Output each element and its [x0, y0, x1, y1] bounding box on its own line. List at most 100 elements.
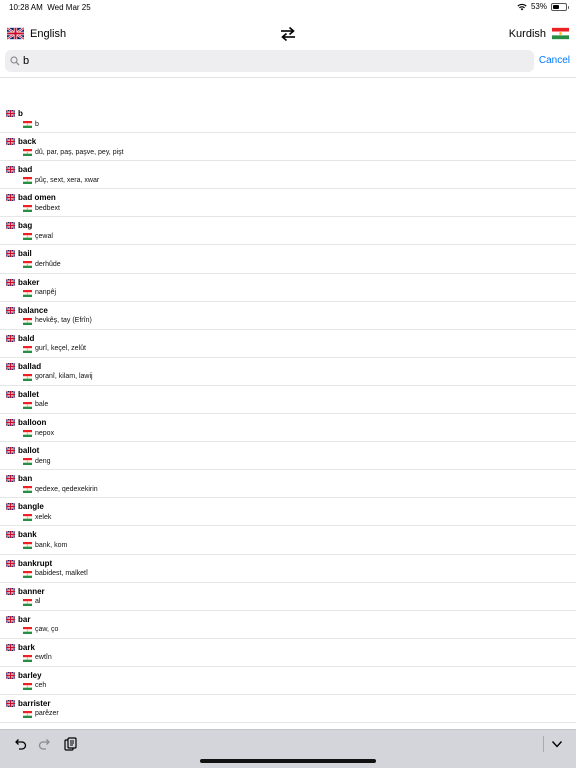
undo-icon[interactable]	[13, 737, 27, 751]
result-row[interactable]: baker nanpêj	[0, 274, 576, 302]
result-row[interactable]: ballad goranî, kilam, lawij	[0, 358, 576, 386]
status-time: 10:28 AM Wed Mar 25	[9, 3, 91, 12]
paste-icon[interactable]	[63, 737, 77, 751]
kurdistan-flag-icon	[23, 598, 32, 606]
uk-flag-icon	[6, 587, 15, 595]
uk-flag-icon	[6, 110, 15, 117]
kurdistan-flag-icon	[23, 261, 32, 269]
result-word: ballot	[18, 446, 40, 456]
uk-flag-icon	[6, 362, 15, 370]
result-word: bail	[18, 249, 32, 259]
battery-icon	[551, 2, 569, 11]
source-language-label: English	[30, 27, 67, 40]
result-translation: nepox	[35, 429, 55, 437]
battery-percent: 53%	[530, 2, 547, 11]
result-translation: xelek	[35, 513, 52, 521]
kurdistan-flag-icon	[23, 401, 32, 409]
result-translation: goranî, kilam, lawij	[35, 373, 93, 381]
battery-fill	[553, 4, 560, 9]
result-row[interactable]: bb	[0, 105, 576, 134]
result-row[interactable]: ballet bale	[0, 386, 576, 415]
result-row[interactable]: barrister parêzer	[0, 695, 576, 724]
result-row[interactable]: balance hevkêş, tay (Efrîn)	[0, 302, 576, 330]
result-translation: qedexe, qedexekirin	[35, 485, 98, 493]
result-row[interactable]: bail derhûde	[0, 245, 576, 274]
result-translation: deng	[35, 457, 51, 465]
swap-arrows-icon[interactable]	[279, 26, 297, 42]
kurdistan-flag-icon	[552, 27, 569, 40]
uk-flag-icon	[6, 615, 15, 623]
result-row[interactable]: bank bank, kom	[0, 526, 576, 555]
search-field[interactable]	[5, 50, 534, 72]
result-row[interactable]: bag çewal	[0, 217, 576, 246]
cancel-button[interactable]: Cancel	[539, 55, 570, 66]
result-word: banner	[18, 586, 45, 596]
source-language-button[interactable]: English	[7, 27, 66, 40]
result-row[interactable]: bangle xelek	[0, 498, 576, 527]
kurdistan-flag-icon	[23, 121, 32, 128]
result-translation: bale	[35, 401, 49, 409]
results-list: b b back dû, par, paş, paşve, pey, pişt bad p…	[0, 105, 576, 728]
uk-flag-icon	[6, 250, 15, 258]
redo-icon[interactable]	[38, 737, 52, 751]
kurdistan-flag-icon	[23, 514, 32, 522]
result-word: back	[18, 137, 37, 147]
home-indicator	[200, 759, 376, 763]
status-date-text: Wed Mar 25	[47, 3, 91, 12]
result-row[interactable]: barley ceh	[0, 667, 576, 695]
kurdistan-flag-icon	[23, 430, 32, 438]
uk-flag-icon	[6, 166, 15, 174]
uk-flag-icon	[6, 194, 15, 202]
target-language-button[interactable]: Kurdish	[509, 27, 569, 40]
uk-flag-icon	[6, 334, 15, 342]
kurdistan-flag-icon	[23, 177, 32, 185]
target-language-label: Kurdish	[508, 27, 546, 40]
chevron-down-icon[interactable]	[550, 737, 564, 751]
kurdistan-flag-icon	[23, 654, 32, 662]
kurdistan-flag-icon	[23, 345, 32, 353]
result-translation: gurî, keçel, zelût	[35, 345, 86, 353]
result-translation: pûç, sext, xera, xwar	[35, 176, 100, 184]
result-translation: derhûde	[35, 260, 61, 268]
search-input[interactable]	[23, 55, 503, 67]
result-word: barley	[18, 670, 42, 680]
uk-flag-icon	[6, 699, 15, 707]
result-translation: parêzer	[35, 710, 59, 718]
result-row[interactable]: ban qedexe, qedexekirin	[0, 470, 576, 499]
result-row[interactable]: balloon nepox	[0, 414, 576, 443]
result-translation: nanpêj	[35, 289, 57, 297]
kurdistan-flag-icon	[23, 233, 32, 241]
status-time-text: 10:28 AM	[9, 3, 43, 12]
search-row: Cancel	[0, 50, 576, 74]
result-row[interactable]: back dû, par, paş, paşve, pey, pişt	[0, 133, 576, 162]
kurdistan-flag-icon	[23, 458, 32, 466]
result-row[interactable]: ballot deng	[0, 442, 576, 471]
result-row[interactable]: bankrupt babidest, malketî	[0, 555, 576, 583]
uk-flag-icon	[6, 447, 15, 455]
result-word: bald	[18, 333, 35, 343]
status-right: 53%	[517, 2, 569, 11]
result-word: ballet	[18, 389, 39, 399]
result-row[interactable]: banner al	[0, 583, 576, 611]
result-row[interactable]: bald gurî, keçel, zelût	[0, 330, 576, 358]
uk-flag-icon	[6, 503, 15, 511]
language-header: English Kurdish	[0, 22, 576, 48]
result-word: bad	[18, 165, 33, 175]
kurdistan-flag-icon	[23, 486, 32, 494]
kurdistan-flag-icon	[23, 317, 32, 325]
result-translation: b	[35, 120, 39, 128]
result-row[interactable]: bark ewtîn	[0, 639, 576, 667]
result-row[interactable]: bad pûç, sext, xera, xwar	[0, 161, 576, 190]
result-row[interactable]: bar çaw, ço	[0, 611, 576, 639]
status-bar: 10:28 AM Wed Mar 25 53%	[0, 0, 576, 14]
uk-flag-icon	[6, 531, 15, 539]
magnifier-icon	[10, 56, 20, 66]
uk-flag-icon	[6, 559, 15, 567]
result-translation: ewtîn	[35, 654, 52, 662]
result-word: baker	[18, 277, 40, 287]
result-word: bangle	[18, 502, 44, 512]
result-translation: ceh	[35, 682, 47, 690]
kurdistan-flag-icon	[23, 373, 32, 381]
result-word: bar	[18, 614, 31, 624]
result-row[interactable]: bad omen bedbext	[0, 189, 576, 218]
